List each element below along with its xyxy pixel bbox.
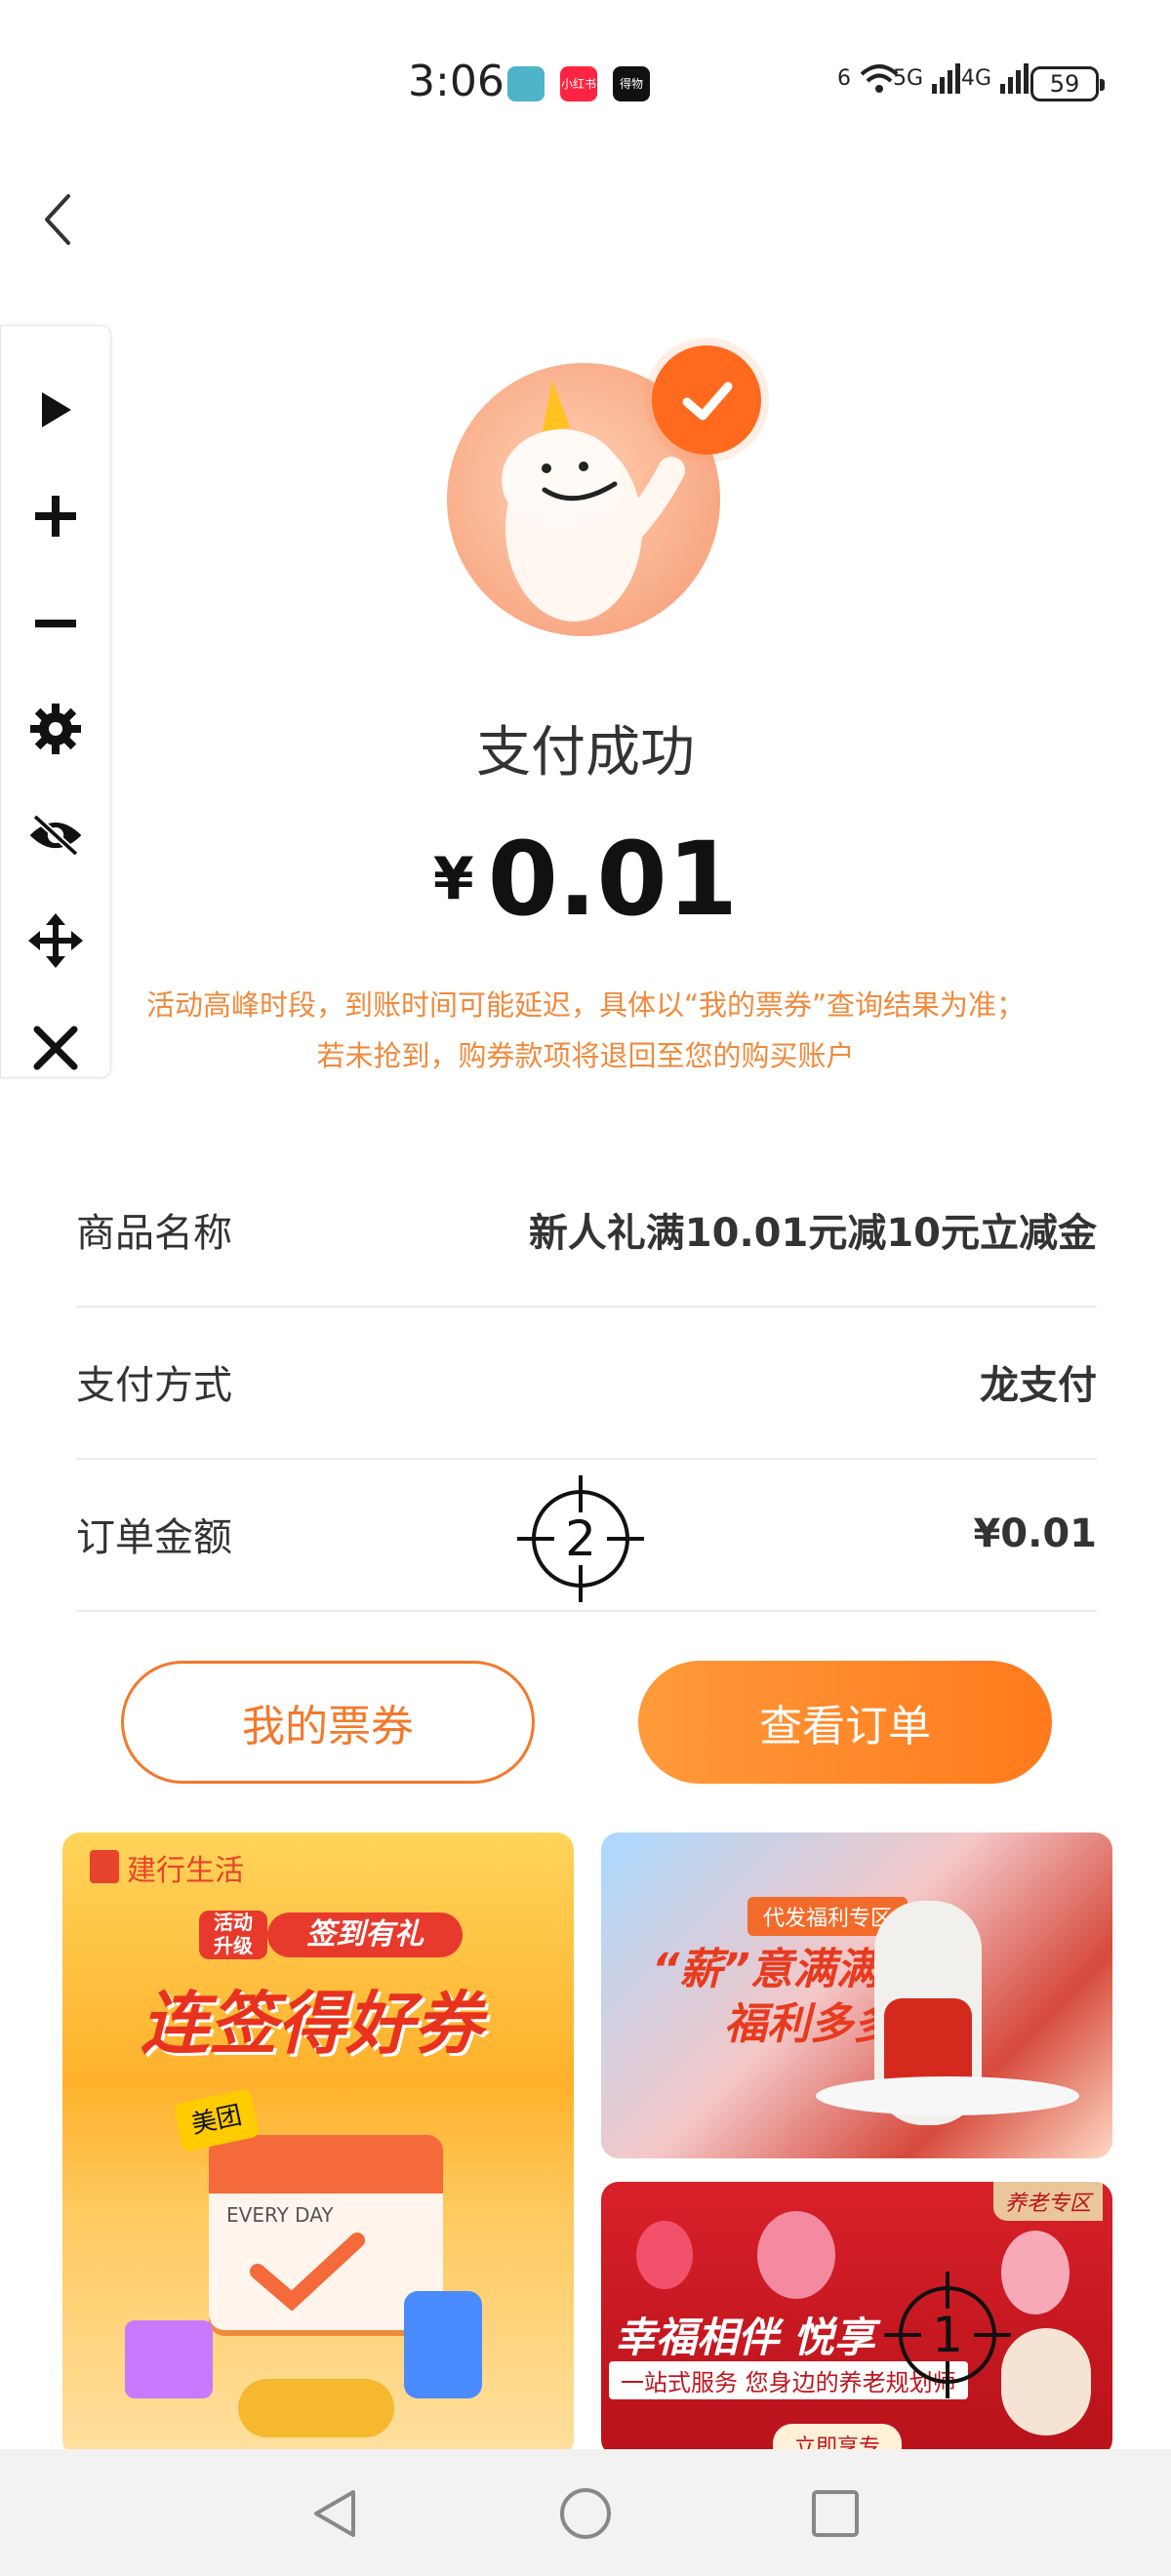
upgrade-tag: 活动 升级 bbox=[199, 1911, 267, 1959]
battery-indicator: 59 bbox=[1030, 66, 1105, 101]
status-bar: 3:06 小红书 得物 6 5G 4G 59 bbox=[0, 0, 1171, 127]
network-5g-label: 5G bbox=[893, 66, 924, 91]
checkin-promo-banner[interactable]: 建行生活 活动 升级 签到有礼 连签得好券 EVERY DAY 美团 bbox=[62, 1832, 574, 2457]
play-icon[interactable] bbox=[26, 381, 85, 439]
my-tickets-button[interactable]: 我的票券 bbox=[121, 1661, 535, 1784]
detail-value: ¥0.01 bbox=[973, 1511, 1097, 1556]
elderly-headline: 幸福相伴 悦享 bbox=[615, 2314, 875, 2361]
network-4g-label: 4G bbox=[961, 66, 992, 91]
podium-illustration bbox=[816, 2076, 1079, 2115]
app-notification-icon bbox=[507, 66, 545, 101]
notice-line-1: 活动高峰时段，到账时间可能延迟，具体以“我的票券”查询结果为准； bbox=[145, 988, 1026, 1022]
currency-symbol: ¥ bbox=[432, 845, 474, 913]
welfare-line-2: 福利多多 bbox=[724, 1999, 896, 2049]
nav-recents-icon[interactable] bbox=[810, 2488, 861, 2539]
chevron-left-icon bbox=[45, 194, 70, 245]
tag-line-2: 升级 bbox=[214, 1934, 253, 1957]
payment-notice: 活动高峰时段，到账时间可能延迟，具体以“我的票券”查询结果为准； 若未抢到，购券… bbox=[88, 980, 1083, 1081]
detail-value: 新人礼满10.01元减10元立减金 bbox=[528, 1211, 1097, 1256]
dewu-notification-icon: 得物 bbox=[613, 66, 650, 101]
notice-line-2: 若未抢到，购券款项将退回至您的购买账户 bbox=[316, 1039, 855, 1072]
lantern-icon bbox=[757, 2211, 835, 2299]
ccb-life-logo-icon bbox=[90, 1850, 119, 1883]
back-button[interactable] bbox=[35, 190, 84, 249]
welfare-line-1: “薪”意满满 bbox=[652, 1945, 879, 1994]
close-icon[interactable] bbox=[26, 1019, 85, 1077]
payment-success-title: 支付成功 bbox=[476, 721, 695, 785]
minus-icon[interactable] bbox=[26, 594, 85, 653]
wifi-icon: 6 bbox=[837, 62, 901, 96]
checkin-gift-pill: 签到有礼 bbox=[267, 1912, 463, 1957]
detail-value: 龙支付 bbox=[980, 1363, 1097, 1408]
nav-back-icon[interactable] bbox=[308, 2486, 363, 2541]
status-time: 3:06 bbox=[408, 57, 505, 106]
view-order-button[interactable]: 查看订单 bbox=[638, 1661, 1052, 1784]
amount-value: 0.01 bbox=[487, 820, 739, 939]
nav-home-icon[interactable] bbox=[558, 2486, 613, 2541]
detail-row-product: 商品名称 新人礼满10.01元减10元立减金 bbox=[76, 1153, 1097, 1308]
xiaohongshu-notification-icon: 小红书 bbox=[560, 66, 597, 101]
bottle-illustration bbox=[404, 2291, 482, 2398]
payment-amount: ¥0.01 bbox=[0, 820, 1171, 939]
elderly-couple-illustration bbox=[1001, 2328, 1091, 2435]
tag-line-1: 活动 bbox=[214, 1911, 253, 1934]
wifi-label: 6 bbox=[837, 66, 851, 91]
success-check-icon bbox=[652, 345, 761, 455]
detail-label: 订单金额 bbox=[76, 1515, 232, 1560]
detail-label: 支付方式 bbox=[76, 1363, 232, 1408]
banner-headline: 连签得好券 bbox=[141, 1984, 482, 2064]
crosshair-marker-2: 2 bbox=[515, 1473, 646, 1608]
crosshair-marker-1: 1 bbox=[882, 2270, 1013, 2404]
marker-label: 1 bbox=[932, 2307, 963, 2363]
detail-row-payment-method: 支付方式 龙支付 bbox=[76, 1306, 1097, 1460]
detail-label: 商品名称 bbox=[76, 1211, 232, 1256]
lantern-icon bbox=[636, 2221, 693, 2289]
system-navigation-bar bbox=[0, 2449, 1171, 2576]
coins-illustration bbox=[238, 2379, 394, 2437]
elderly-care-banner[interactable]: 养老专区 幸福相伴 悦享 一站式服务 您身边的养老规划师 立即享专 bbox=[601, 2182, 1112, 2457]
plus-icon[interactable] bbox=[26, 487, 85, 545]
gift-box-illustration bbox=[125, 2320, 213, 2398]
elderly-zone-tag: 养老专区 bbox=[992, 2182, 1103, 2221]
signal-4g-icon: 4G bbox=[961, 62, 1033, 96]
floating-toolbar bbox=[0, 325, 111, 1078]
banner-brand: 建行生活 bbox=[127, 1854, 244, 1888]
signal-5g-icon: 5G bbox=[893, 62, 965, 96]
calendar-text: EVERY DAY bbox=[226, 2203, 334, 2227]
payroll-welfare-banner[interactable]: 代发福利专区 “薪”意满满 福利多多 bbox=[601, 1832, 1112, 2158]
marker-label: 2 bbox=[565, 1510, 596, 1567]
